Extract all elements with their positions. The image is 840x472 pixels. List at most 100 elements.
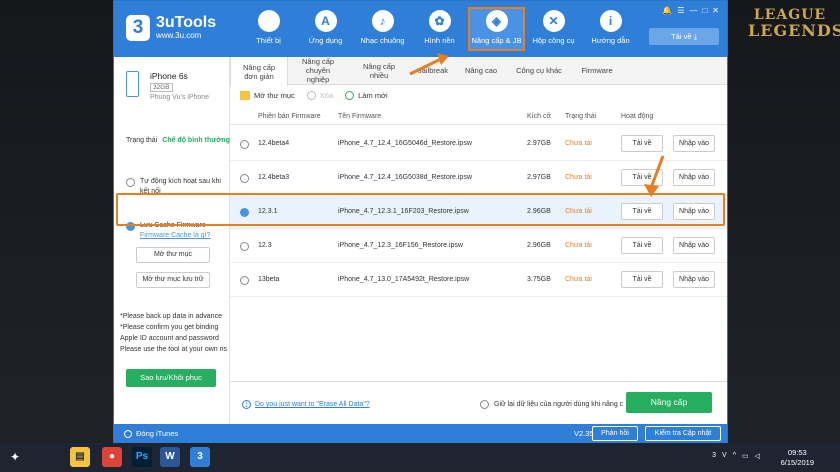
tab-batch-flash[interactable]: Nâng cấp nhiều [348,57,410,84]
import-firmware-button[interactable]: Nhập vào [673,169,715,186]
clock[interactable]: 09:53 6/15/2019 [781,448,814,468]
nav-device[interactable]: Thiết bị [240,7,297,51]
close-itunes[interactable]: Đóng iTunes [124,429,178,438]
league-of-legends-logo[interactable]: LEAGUE LEGENDS [748,8,840,42]
start-icon[interactable]: ✦ [10,450,26,464]
window-controls: 🔔 ☰ — □ ✕ [662,6,719,15]
erase-link-text: Do you just want to "Erase All Data"? [255,401,370,408]
tab-firmware[interactable]: Firmware [572,57,622,84]
maximize-icon[interactable]: □ [702,6,707,15]
device-name: iPhone 6s [150,71,188,81]
chrome-icon[interactable]: ● [102,447,122,467]
row-name: iPhone_4.7_13.0_17A5492t_Restore.ipsw [338,276,470,283]
nav-tutorials[interactable]: i Hướng dẫn [582,7,639,51]
nav-label: Hình nền [424,36,455,45]
row-radio[interactable] [240,140,249,149]
tab-bar: Nâng cấp đơn giản Nâng cấp chuyên nghiệp… [230,57,727,86]
brand-url: www.3u.com [156,31,202,40]
row-status: Chưa tải [565,140,592,147]
main-panel: Nâng cấp đơn giản Nâng cấp chuyên nghiệp… [230,57,727,424]
keep-data-option[interactable]: Giữ lại dữ liệu của người dùng khi nâng … [480,399,623,409]
folder-icon [240,91,250,100]
row-name: iPhone_4.7_12.4_16G5038d_Restore.ipsw [338,174,472,181]
row-version: 12.4beta4 [258,140,290,147]
download-label: Tải về [671,32,692,41]
info-icon: i [242,400,251,409]
download-button[interactable]: Tải về ⤓ [649,28,719,45]
close-icon[interactable]: ✕ [712,6,719,15]
erase-all-data-link[interactable]: i Do you just want to "Erase All Data"? [242,400,370,409]
nav-label: Nâng cấp & JB [471,36,522,45]
import-firmware-button[interactable]: Nhập vào [673,135,715,152]
brand-name: 3uTools [156,14,217,31]
import-firmware-button[interactable]: Nhập vào [673,237,715,254]
word-icon[interactable]: W [160,447,180,467]
apple-icon [257,10,280,32]
backup-restore-button[interactable]: Sao lưu/Khôi phục [126,369,216,387]
keep-data-label: Giữ lại dữ liệu của người dùng khi nâng … [494,400,624,408]
row-status: Chưa tải [565,276,592,283]
note-line: Please use the tool at your own ris [120,346,228,353]
brand-logo-icon: 3 [126,15,150,41]
tab-other-tools[interactable]: Công cụ khác [506,57,572,84]
table-row[interactable]: 13beta iPhone_4.7_13.0_17A5492t_Restore.i… [230,263,727,297]
auto-activate-radio[interactable] [126,178,135,187]
status-value: Chế độ bình thường [162,137,230,144]
photoshop-icon[interactable]: Ps [132,447,152,467]
table-row[interactable]: 12.3 iPhone_4.7_12.3_16F156_Restore.ipsw 2… [230,229,727,263]
itunes-icon [124,429,132,438]
chevron-up-icon[interactable]: ^ [733,452,736,460]
taskbar: ✦ ▤ ● Ps W 3 3 V ^ ▭ ◁ 09:53 6/15/2019 [0,443,840,472]
vietnamese-input-icon[interactable]: V [722,452,727,460]
phone-icon [126,71,139,97]
tab-advanced[interactable]: Nâng cao [456,57,506,84]
nav-toolbox[interactable]: ✕ Hộp công cụ [525,7,582,51]
open-folder-button[interactable]: Mở thư mục [136,247,210,263]
selected-row-highlight [116,193,725,226]
tab-pro-flash[interactable]: Nâng cấp chuyên nghiệp [288,57,348,84]
keep-data-radio[interactable] [480,400,489,409]
nav-flash-jb[interactable]: ◈ Nâng cấp & JB [468,7,525,51]
3utools-taskbar-icon[interactable]: 3 [190,447,210,467]
feedback-button[interactable]: Phản hồi [592,426,638,441]
row-radio[interactable] [240,174,249,183]
toolbar: Mở thư mục Xóa Làm mới [240,91,388,100]
clock-time: 09:53 [787,448,807,457]
app-header: 3 3uTools www.3u.com Thiết bị A Ứng dụng … [114,1,727,57]
nav-apps[interactable]: A Ứng dụng [297,7,354,51]
row-radio[interactable] [240,276,249,285]
download-firmware-button[interactable]: Tải về [621,237,663,254]
nav-ringtones[interactable]: ♪ Nhạc chuông [354,7,411,51]
cache-help-link[interactable]: Firmware Cache là gì? [140,231,210,241]
check-update-button[interactable]: Kiểm tra Cập nhật [645,426,721,441]
network-icon[interactable]: ▭ [742,452,749,460]
upgrade-button[interactable]: Nâng cấp [626,392,712,413]
dropbox-icon: ◈ [485,10,508,32]
toolbar-open-folder[interactable]: Mở thư mục [240,91,295,100]
sidebar: iPhone 6s 32GB Phung Vu's iPhone Trạng t… [114,57,230,424]
col-status: Trạng thái [565,113,597,120]
appstore-icon: A [314,10,337,32]
row-name: iPhone_4.7_12.3_16F156_Restore.ipsw [338,242,463,249]
download-firmware-button[interactable]: Tải về [621,271,663,288]
file-explorer-icon[interactable]: ▤ [70,447,90,467]
volume-icon[interactable]: ◁ [755,452,760,460]
minimize-icon[interactable]: — [689,6,697,15]
tools-icon: ✕ [542,10,565,32]
version-label: V2.35 [574,429,594,438]
table-header: Phiên bản Firmware Tên Firmware Kích cỡ … [230,109,727,125]
brand: 3 3uTools www.3u.com [126,15,216,41]
nav-wallpapers[interactable]: ✿ Hình nền [411,7,468,51]
3utools-tray-icon[interactable]: 3 [712,452,716,460]
row-radio[interactable] [240,242,249,251]
menu-icon[interactable]: ☰ [677,6,684,15]
import-firmware-button[interactable]: Nhập vào [673,271,715,288]
download-firmware-button[interactable]: Tải về [621,135,663,152]
toolbar-delete[interactable]: Xóa [306,91,333,100]
open-save-folder-button[interactable]: Mở thư mục lưu trữ [136,272,210,288]
tab-easy-flash[interactable]: Nâng cấp đơn giản [230,57,288,86]
bell-icon[interactable]: 🔔 [662,6,672,15]
toolbar-refresh[interactable]: Làm mới [345,91,388,100]
open-folder-label: Mở thư mục [254,91,295,100]
nav-label: Nhạc chuông [360,36,405,45]
